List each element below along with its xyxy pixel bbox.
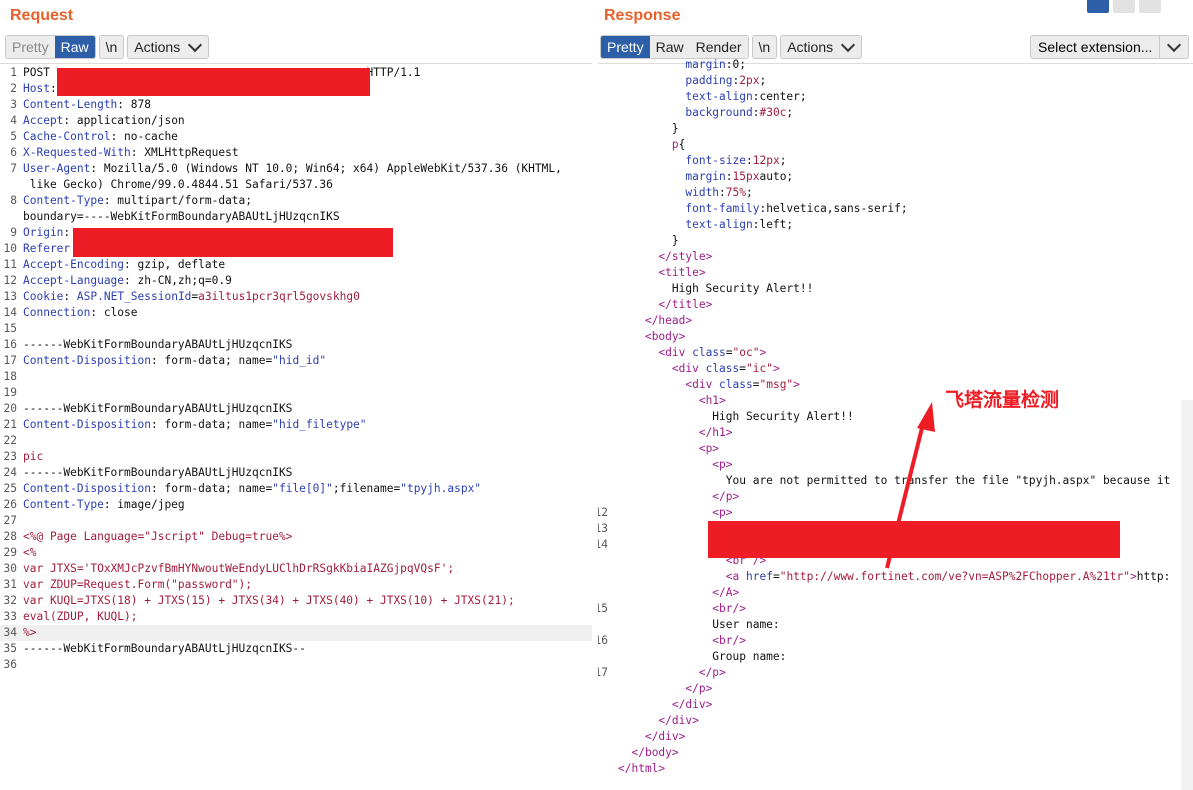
- annotation-label: 飞塔流量检测: [945, 389, 1060, 411]
